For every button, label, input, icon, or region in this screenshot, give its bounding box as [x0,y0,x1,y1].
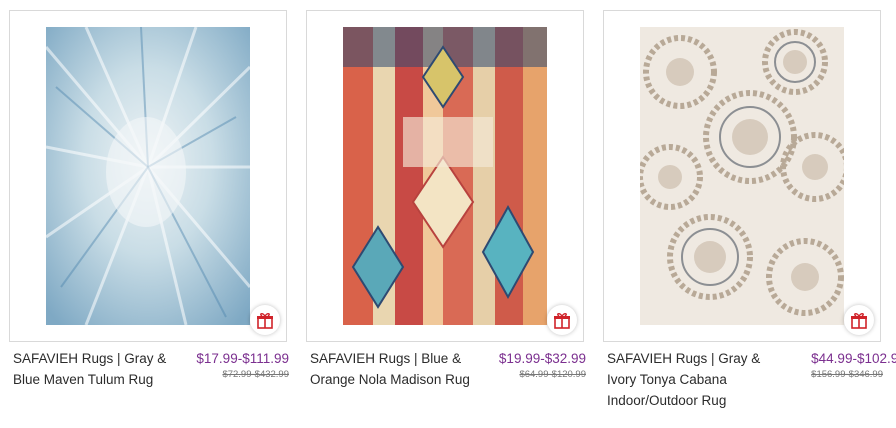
product-image-frame[interactable] [306,10,584,342]
product-card[interactable]: SAFAVIEH Rugs | Gray & Blue Maven Tulum … [9,10,289,428]
gift-icon [554,313,570,329]
product-price: $17.99-$111.99 [196,351,289,366]
product-image[interactable] [46,27,250,325]
product-image[interactable] [640,27,844,325]
product-image[interactable] [343,27,547,325]
gift-icon [257,313,273,329]
product-price: $44.99-$102.99 [811,351,896,366]
product-image-frame[interactable] [9,10,287,342]
product-image-frame[interactable] [603,10,881,342]
product-card[interactable]: SAFAVIEH Rugs | Gray & Ivory Tonya Caban… [603,10,896,428]
product-title[interactable]: SAFAVIEH Rugs | Gray & Blue Maven Tulum … [13,348,183,390]
original-price: $156.99-$346.99 [811,369,883,380]
gift-icon [851,313,867,329]
original-price: $72.99-$432.99 [222,369,289,380]
gift-badge[interactable] [844,305,874,335]
gift-badge[interactable] [250,305,280,335]
original-price: $64.99-$120.99 [519,369,586,380]
product-title[interactable]: SAFAVIEH Rugs | Blue & Orange Nola Madis… [310,348,480,390]
gift-badge[interactable] [547,305,577,335]
product-price: $19.99-$32.99 [498,351,586,366]
product-title[interactable]: SAFAVIEH Rugs | Gray & Ivory Tonya Caban… [607,348,777,411]
product-card[interactable]: SAFAVIEH Rugs | Blue & Orange Nola Madis… [306,10,586,428]
